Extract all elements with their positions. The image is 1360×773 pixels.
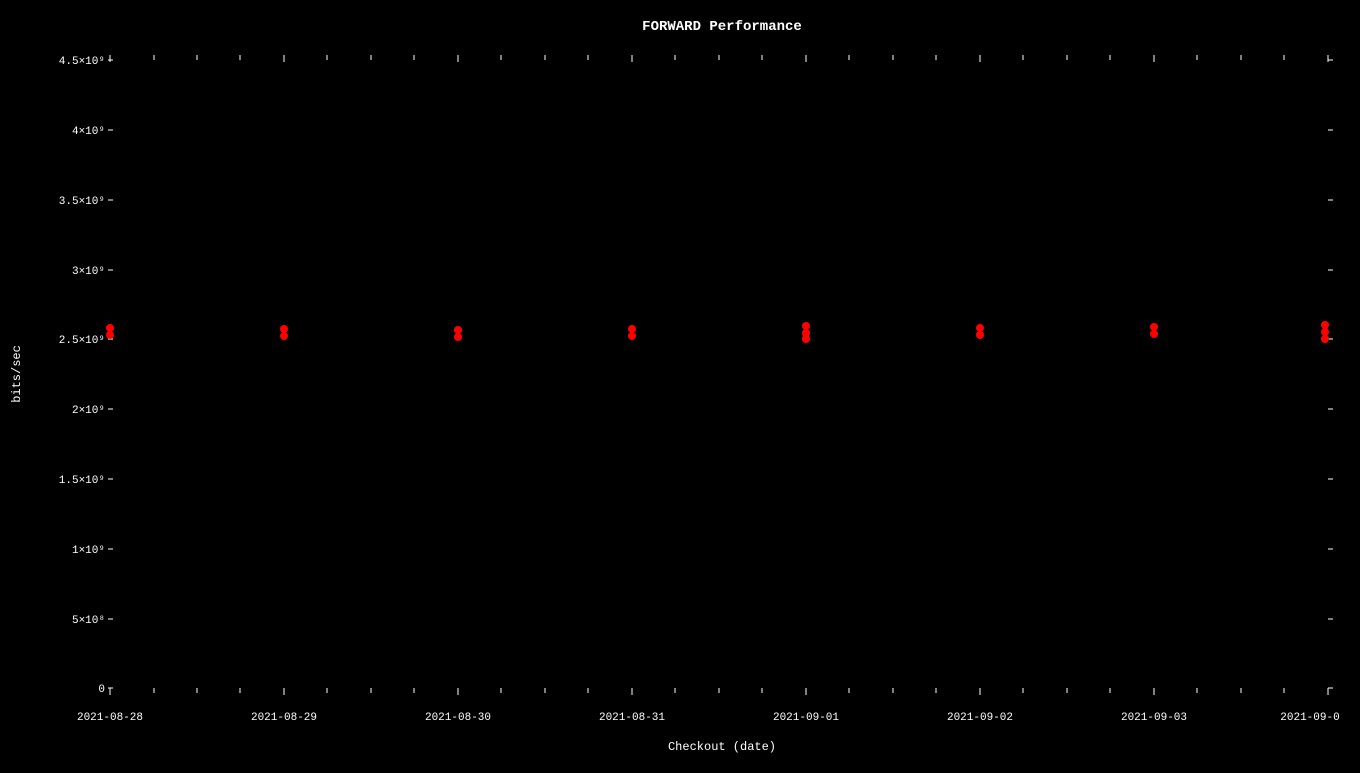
data-point xyxy=(976,324,984,332)
x-axis-label: Checkout (date) xyxy=(668,740,776,754)
data-point xyxy=(454,333,462,341)
data-point xyxy=(1150,330,1158,338)
chart-container: FORWARD Performance 0 5×10⁸ 1×10⁹ 1.5×10… xyxy=(0,0,1360,768)
data-point xyxy=(976,331,984,339)
x-label-8: 2021-09-0 xyxy=(1280,712,1339,724)
svg-text:1×10⁹: 1×10⁹ xyxy=(72,545,105,557)
x-label-6: 2021-09-02 xyxy=(947,712,1013,724)
data-point xyxy=(1321,321,1329,329)
svg-text:2×10⁹: 2×10⁹ xyxy=(72,405,105,417)
x-label-3: 2021-08-30 xyxy=(425,712,491,724)
data-point xyxy=(1321,335,1329,343)
x-label-4: 2021-08-31 xyxy=(599,712,665,724)
svg-text:2.5×10⁹: 2.5×10⁹ xyxy=(59,335,105,347)
svg-text:0: 0 xyxy=(98,684,105,696)
svg-text:3×10⁹: 3×10⁹ xyxy=(72,266,105,278)
performance-chart: FORWARD Performance 0 5×10⁸ 1×10⁹ 1.5×10… xyxy=(0,0,1360,768)
x-label-2: 2021-08-29 xyxy=(251,712,317,724)
svg-text:1.5×10⁹: 1.5×10⁹ xyxy=(59,475,105,487)
data-point xyxy=(628,332,636,340)
data-point xyxy=(628,325,636,333)
data-point xyxy=(280,332,288,340)
svg-text:4.5×10⁹: 4.5×10⁹ xyxy=(59,56,105,68)
data-point xyxy=(280,325,288,333)
svg-text:3.5×10⁹: 3.5×10⁹ xyxy=(59,196,105,208)
chart-title: FORWARD Performance xyxy=(642,19,802,35)
data-point xyxy=(802,335,810,343)
x-label-1: 2021-08-28 xyxy=(77,712,143,724)
data-point xyxy=(1150,323,1158,331)
y-axis-label: bits/sec xyxy=(10,345,24,403)
data-point xyxy=(802,322,810,330)
data-point xyxy=(106,331,114,339)
svg-text:4×10⁹: 4×10⁹ xyxy=(72,126,105,138)
data-point xyxy=(1321,328,1329,336)
data-point xyxy=(454,326,462,334)
x-label-5: 2021-09-01 xyxy=(773,712,839,724)
data-point xyxy=(106,324,114,332)
svg-text:5×10⁸: 5×10⁸ xyxy=(72,615,105,627)
x-label-7: 2021-09-03 xyxy=(1121,712,1187,724)
